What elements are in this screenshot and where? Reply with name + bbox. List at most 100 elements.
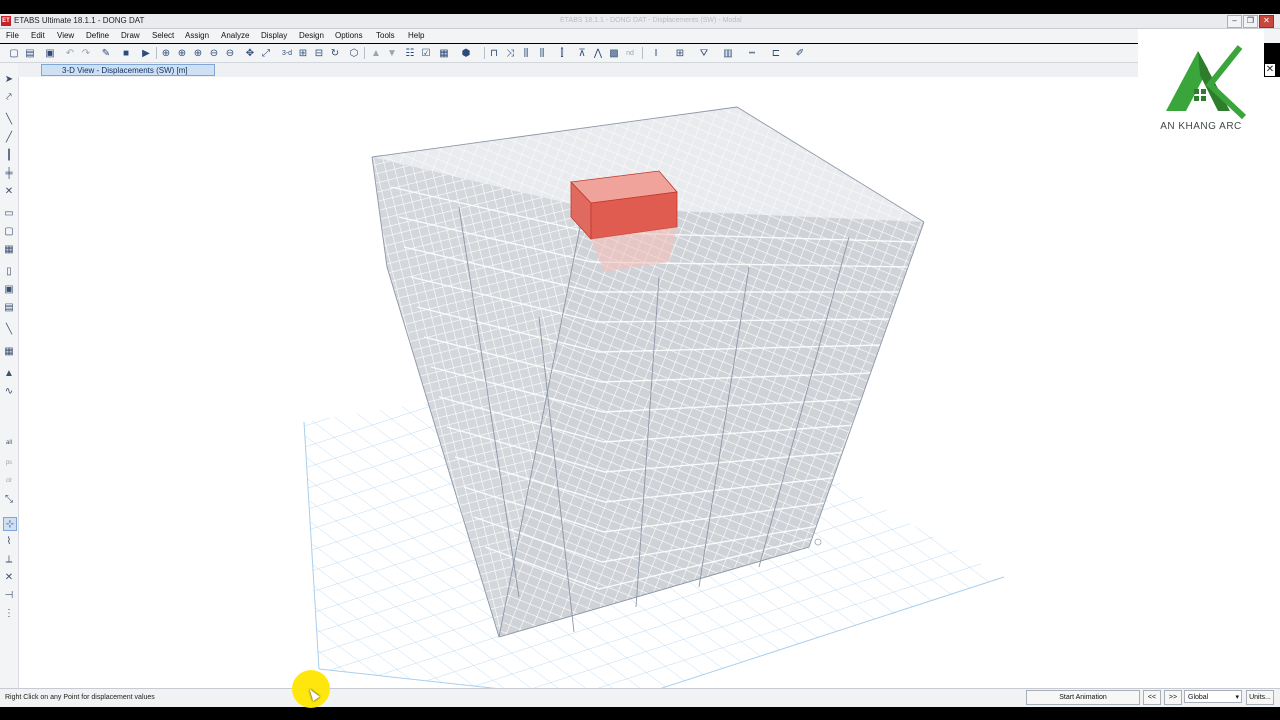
menu-edit[interactable]: Edit	[31, 31, 45, 40]
line-style-icon[interactable]: ┅	[746, 47, 758, 59]
coordinate-system-select[interactable]: Global ▾	[1184, 690, 1242, 703]
snap-points-icon[interactable]: ⊹	[3, 517, 17, 531]
draw-wall-stack-icon[interactable]: ▣	[3, 283, 15, 295]
close-icon[interactable]: ✕	[1259, 15, 1274, 28]
filter-icon[interactable]: ⛛	[698, 47, 710, 59]
reshape-icon[interactable]: ⤤	[3, 91, 15, 103]
perspective-icon[interactable]: ⬡	[348, 47, 360, 59]
menu-tools[interactable]: Tools	[376, 31, 395, 40]
frame-forces-icon[interactable]: ⫿	[556, 47, 568, 59]
undo-icon[interactable]: ↶	[64, 47, 76, 59]
object-shrink-icon[interactable]: ▦	[438, 47, 450, 59]
edit-pencil-icon[interactable]: ✎	[100, 47, 112, 59]
menu-file[interactable]: File	[6, 31, 19, 40]
tab-3d-view-displacements[interactable]: 3-D View - Displacements (SW) [m]	[41, 64, 215, 76]
deformed-model-canvas[interactable]	[19, 77, 1280, 688]
snap-intersect-icon[interactable]: ✕	[3, 571, 15, 583]
close-view-icon[interactable]: ✕	[1265, 64, 1275, 76]
zoom-in-icon[interactable]: ⊕	[192, 47, 204, 59]
status-message: Right Click on any Point for displacemen…	[5, 694, 155, 701]
pan-icon[interactable]: ✥	[244, 47, 256, 59]
save-icon[interactable]: ▣	[44, 47, 56, 59]
move-down-icon[interactable]: ▼	[386, 47, 398, 59]
extrude-view-icon[interactable]: ⬢	[460, 47, 472, 59]
show-forces-icon[interactable]: ⤨	[504, 47, 516, 59]
snap-grid-icon[interactable]: ⋮	[3, 607, 15, 619]
grid-options-icon[interactable]: ⊞	[674, 47, 686, 59]
nd-button[interactable]: nd	[624, 47, 636, 59]
pointer-icon[interactable]: ➤	[3, 73, 15, 85]
status-bar: Right Click on any Point for displacemen…	[0, 688, 1280, 707]
snap-midpoint-icon[interactable]: ⊣	[3, 589, 15, 601]
menu-draw[interactable]: Draw	[121, 31, 140, 40]
snap-lines-icon[interactable]: ⌇	[3, 535, 15, 547]
zoom-window-icon[interactable]: ⊕	[176, 47, 188, 59]
an-khang-logo-icon	[1166, 45, 1247, 120]
model-viewport-3d[interactable]	[19, 77, 1280, 688]
reactions-icon[interactable]: ⊼	[576, 47, 588, 59]
menu-select[interactable]: Select	[152, 31, 174, 40]
previous-selection-button[interactable]: ps	[3, 457, 15, 469]
table-icon[interactable]: ▥	[722, 47, 734, 59]
draw-tool-icon[interactable]: ✐	[794, 47, 806, 59]
draw-brace-icon[interactable]: ✕	[3, 185, 15, 197]
draw-link-icon[interactable]: ╲	[3, 323, 15, 335]
coordinate-system-value: Global	[1188, 694, 1209, 701]
select-intersect-icon[interactable]: ⤡	[3, 493, 15, 505]
zoom-rubberband-icon[interactable]: ⊕	[160, 47, 172, 59]
elevation-view-icon[interactable]: ⊟	[313, 47, 325, 59]
plan-view-icon[interactable]: ⊞	[297, 47, 309, 59]
draw-joint-icon[interactable]: ╲	[3, 113, 15, 125]
move-up-icon[interactable]: ▲	[370, 47, 382, 59]
select-all-button[interactable]: all	[3, 437, 15, 449]
draw-floor-icon[interactable]: ▭	[3, 207, 15, 219]
minimize-icon[interactable]: –	[1227, 15, 1242, 28]
redo-icon[interactable]: ↷	[80, 47, 92, 59]
zoom-restore-icon[interactable]: ⊖	[224, 47, 236, 59]
units-button[interactable]: Units...	[1246, 690, 1274, 705]
show-stress-icon[interactable]: ⫼	[520, 47, 532, 59]
draw-grid-icon[interactable]: ▦	[3, 345, 15, 357]
menu-display[interactable]: Display	[261, 31, 287, 40]
draw-opening-icon[interactable]: ▯	[3, 265, 15, 277]
draw-tendon-icon[interactable]: ▲	[3, 367, 15, 379]
check-box-icon[interactable]: ☑	[420, 47, 432, 59]
start-animation-button[interactable]: Start Animation	[1026, 690, 1140, 705]
text-cursor-icon[interactable]: I	[650, 47, 662, 59]
previous-mode-button[interactable]: <<	[1143, 690, 1161, 705]
new-model-icon[interactable]: ▢	[8, 47, 20, 59]
view-3d-button[interactable]: 3-d	[279, 47, 295, 59]
draw-beam-icon[interactable]: ╪	[3, 167, 15, 179]
menu-analyze[interactable]: Analyze	[221, 31, 249, 40]
menu-design[interactable]: Design	[299, 31, 324, 40]
rotate-3d-icon[interactable]: ⤢	[260, 47, 272, 59]
draw-column-icon[interactable]: ┃	[3, 149, 15, 161]
zoom-out-icon[interactable]: ⊖	[208, 47, 220, 59]
restore-icon[interactable]: ❐	[1243, 15, 1258, 28]
draw-wave-icon[interactable]: ∿	[3, 385, 15, 397]
show-diagram-icon[interactable]: ⫼	[536, 47, 548, 59]
next-mode-button[interactable]: >>	[1164, 690, 1182, 705]
shell-stress-icon[interactable]: ▩	[608, 47, 620, 59]
snap-options-icon[interactable]: ⊏	[770, 47, 782, 59]
open-icon[interactable]: ▤	[24, 47, 36, 59]
run-analysis-icon[interactable]: ▶	[140, 47, 152, 59]
snap-perpendicular-icon[interactable]: ⟂	[3, 553, 15, 565]
clear-selection-button[interactable]: clr	[3, 475, 15, 487]
deformed-shape-icon[interactable]: ⊓	[488, 47, 500, 59]
brand-name: AN KHANG ARC	[1160, 121, 1242, 132]
menu-options[interactable]: Options	[335, 31, 363, 40]
menu-define[interactable]: Define	[86, 31, 109, 40]
moment-diagram-icon[interactable]: ⋀	[592, 47, 604, 59]
set-display-options-icon[interactable]: ☷	[404, 47, 416, 59]
menu-assign[interactable]: Assign	[185, 31, 209, 40]
rotate-view-icon[interactable]: ↻	[329, 47, 341, 59]
draw-wall-icon[interactable]: ▦	[3, 243, 15, 255]
draw-rect-floor-icon[interactable]: ▢	[3, 225, 15, 237]
lock-icon[interactable]: ■	[120, 47, 132, 59]
menu-help[interactable]: Help	[408, 31, 424, 40]
draw-frame-icon[interactable]: ╱	[3, 131, 15, 143]
etabs-app-icon[interactable]: ET	[1, 16, 11, 26]
draw-slab-icon[interactable]: ▤	[3, 301, 15, 313]
menu-view[interactable]: View	[57, 31, 74, 40]
